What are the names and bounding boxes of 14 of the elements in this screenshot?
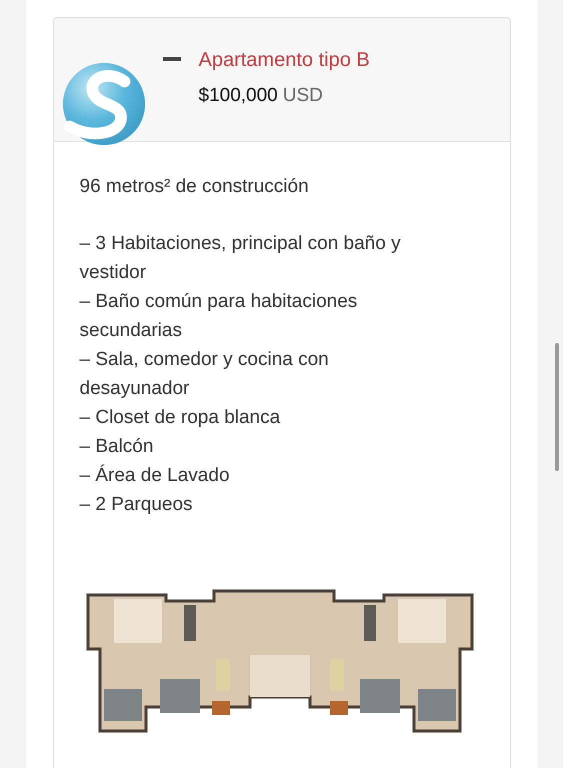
feature-item: – Baño común para habitaciones secundarias (80, 290, 358, 343)
accordion-title: Apartamento tipo B (198, 48, 370, 72)
scrollbar-thumb[interactable] (555, 343, 559, 471)
logo-icon (60, 60, 148, 148)
feature-item: – 3 Habitaciones, principal con baño y vestidor (80, 232, 402, 285)
feature-item: – Área de Lavado (80, 464, 231, 488)
feature-item: – Sala, comedor y cocina con desayunador (80, 348, 330, 401)
feature-item: – Balcón (80, 435, 154, 459)
feature-item: – 2 Parqueos (80, 493, 194, 517)
price: $100,000 (198, 84, 278, 108)
currency: USD (282, 84, 323, 108)
description: 96 metros² de construcción (80, 175, 310, 199)
accordion-header[interactable]: Apartamento tipo B $100,000 USD (52, 17, 510, 142)
feature-item: – Closet de ropa blanca (80, 406, 282, 430)
